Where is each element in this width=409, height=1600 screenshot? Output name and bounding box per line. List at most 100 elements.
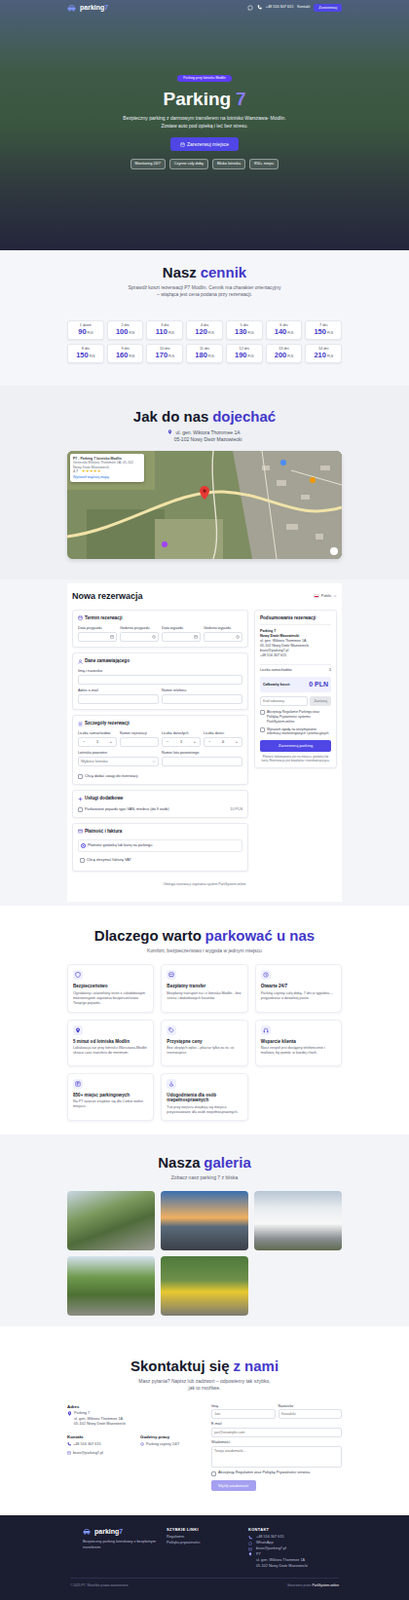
price-value: 150PLN: [306, 328, 340, 336]
price-unit: PLN: [248, 331, 255, 335]
gallery-photo[interactable]: [67, 1256, 155, 1316]
hero-chip: Czynne cały dobę: [169, 158, 209, 170]
footer-columns: parking7 Bezpieczny parking lotniskowy z …: [67, 1526, 342, 1570]
price-value: 160PLN: [109, 351, 143, 360]
first-name-input[interactable]: [211, 1409, 276, 1419]
checkbox[interactable]: [211, 1471, 217, 1477]
date-input[interactable]: [77, 632, 117, 642]
clock-icon: [151, 634, 156, 639]
date-input[interactable]: [161, 632, 201, 642]
feature-text: Bezpłatny transport na i z lotniska Modl…: [166, 991, 242, 1002]
send-button[interactable]: Wyślij wiadomość: [211, 1480, 257, 1491]
plus-button[interactable]: +: [110, 740, 112, 745]
notes-checkbox-row[interactable]: Chcę dodać uwagi do rezerwacji: [77, 774, 243, 780]
plus-button[interactable]: +: [235, 740, 238, 745]
calendar-icon: [110, 634, 114, 639]
gallery-photo[interactable]: [160, 1256, 249, 1316]
footer-heading: SZYBKIE LINKI: [166, 1526, 243, 1532]
footer-link[interactable]: Polityka prywatności: [166, 1540, 243, 1547]
checkbox[interactable]: [77, 807, 83, 813]
gallery-photo[interactable]: [160, 1190, 249, 1251]
gallery-photo[interactable]: [67, 1190, 155, 1251]
star-icon: ★: [97, 469, 102, 475]
tag-icon: [168, 1027, 175, 1034]
minus-button[interactable]: −: [166, 740, 169, 745]
phone-input[interactable]: [161, 694, 243, 705]
minus-button[interactable]: −: [82, 740, 85, 745]
reserve-parking-button[interactable]: Zarezerwuj parking: [260, 740, 332, 752]
footer-contact-item[interactable]: biuro@parking7.pl: [248, 1546, 342, 1553]
extra-service[interactable]: Parkowanie pojazdu typu VAN, minibus (do…: [77, 807, 243, 813]
field-label: Liczba samochodów: [77, 731, 117, 737]
address-lines: P7ul. gen. Wiktora Thommee 1A05-102 Nowy…: [256, 1552, 308, 1570]
phone-link[interactable]: +48 516 307 615: [257, 4, 295, 10]
footer-logo[interactable]: parking7: [82, 1526, 161, 1536]
email-input[interactable]: [77, 694, 159, 705]
title-accent: parkować u nas: [205, 927, 316, 944]
address-text: Parking 7ul. gen. Wiktora Thommee 1A05-1…: [74, 1411, 126, 1426]
message-input[interactable]: [211, 1446, 342, 1468]
price-amount: 160: [115, 350, 129, 360]
gallery-photo[interactable]: [254, 1190, 342, 1251]
nav-link[interactable]: Kontakt: [297, 4, 310, 10]
price-card: 10 dni170PLN: [146, 343, 184, 364]
date-input[interactable]: [203, 632, 243, 642]
summary-line: 05-102 Nowy Dwór Mazowiecki: [260, 643, 332, 649]
footer-tagline: Bezpieczny parking lotniskowy z bezpłatn…: [82, 1539, 161, 1552]
address-block: AdresParking 7ul. gen. Wiktora Thommee 1…: [67, 1404, 198, 1427]
date-input[interactable]: [119, 632, 159, 642]
feature-title: 5 minut od lotniska Modlin: [73, 1039, 149, 1045]
checkbox[interactable]: [260, 727, 265, 733]
bigger-map-link[interactable]: Wyświetl większą mapę: [73, 475, 142, 481]
feature-text: Bez ukrytych opłat – płacisz tylko za to…: [166, 1045, 242, 1056]
apply-coupon-button[interactable]: Zastosuj: [309, 696, 332, 707]
email-input[interactable]: [211, 1427, 342, 1438]
feature-card: 850+ miejsc parkingowychNa P7 zawsze zna…: [67, 1073, 154, 1122]
hours-item: Parking czynny 24/7: [140, 1442, 198, 1448]
checkbox[interactable]: [260, 709, 265, 715]
feature-icon-box: [166, 969, 177, 980]
flight-fields: Lotnisko powrotneWybierz lotniskoNumer l…: [77, 750, 243, 767]
payment-option[interactable]: Płatność gotówką lub kartą na parkingu: [77, 839, 243, 853]
language-select[interactable]: Polski: [313, 594, 337, 599]
consent-row[interactable]: Akceptuję Regulamin Parkingu oraz Polity…: [260, 709, 332, 724]
registration-input[interactable]: [119, 737, 159, 747]
consent-row[interactable]: Wyrażam zgodę na otrzymywanie informacji…: [260, 727, 332, 738]
clock-icon: [262, 971, 269, 978]
price-value: 150PLN: [69, 351, 103, 360]
map[interactable]: P7 - Parking 7 lotnisko ModlinGenerała W…: [67, 450, 342, 559]
footer-contact-item[interactable]: +48 516 307 615: [248, 1534, 342, 1541]
airport-select[interactable]: Wybierz lotnisko: [77, 756, 159, 767]
reserve-button[interactable]: Zarezerwuj: [313, 3, 342, 13]
hero-reserve-button[interactable]: Zarezerwuj miejsce: [170, 137, 239, 151]
footer-contact-item[interactable]: WhatsApp: [248, 1540, 342, 1547]
form-field: Data wyjazdu: [161, 626, 201, 642]
extra-left: Parkowanie pojazdu typu VAN, minibus (do…: [77, 807, 169, 813]
place-rating: 4,7★★★★★: [73, 469, 142, 475]
price-amount: 110: [155, 327, 168, 336]
phone-item[interactable]: +48 516 307 615: [67, 1442, 125, 1448]
features-section: Dlaczego wartoparkować u nasKomfort, bez…: [0, 905, 409, 1135]
last-name-input[interactable]: [278, 1409, 343, 1419]
credit-link[interactable]: ParkSystem.online: [312, 1583, 340, 1588]
consent-row[interactable]: Akceptuję Regulamin oraz Politykę Prywat…: [211, 1470, 342, 1476]
price-card: 2 dni100PLN: [107, 320, 145, 340]
section-subtitle: Zobacz nasz parking 7 z bliska: [67, 1174, 342, 1182]
radio[interactable]: [80, 843, 86, 849]
field-label: Godzina wyjazdu: [203, 626, 243, 632]
name-input[interactable]: [77, 674, 243, 685]
email-item[interactable]: biuro@parking7.pl: [67, 1450, 125, 1456]
car-icon: [82, 1527, 91, 1536]
flight-input[interactable]: [161, 756, 243, 767]
checkbox[interactable]: [79, 857, 85, 863]
checkbox[interactable]: [77, 774, 83, 780]
coupon-input[interactable]: [260, 696, 308, 707]
hero-content: Parking przy lotnisku ModlinParking7Bezp…: [0, 15, 409, 170]
minus-button[interactable]: −: [208, 740, 211, 745]
logo[interactable]: parking7: [67, 2, 109, 12]
feature-title: Bezpieczeństwo: [73, 983, 149, 990]
plus-button[interactable]: +: [193, 740, 196, 745]
price-card: 1 dzień90PLN: [67, 320, 105, 340]
invoice-checkbox-row[interactable]: Chcę otrzymać fakturę VAT: [77, 855, 243, 866]
footer-link[interactable]: Regulamin: [166, 1534, 243, 1541]
